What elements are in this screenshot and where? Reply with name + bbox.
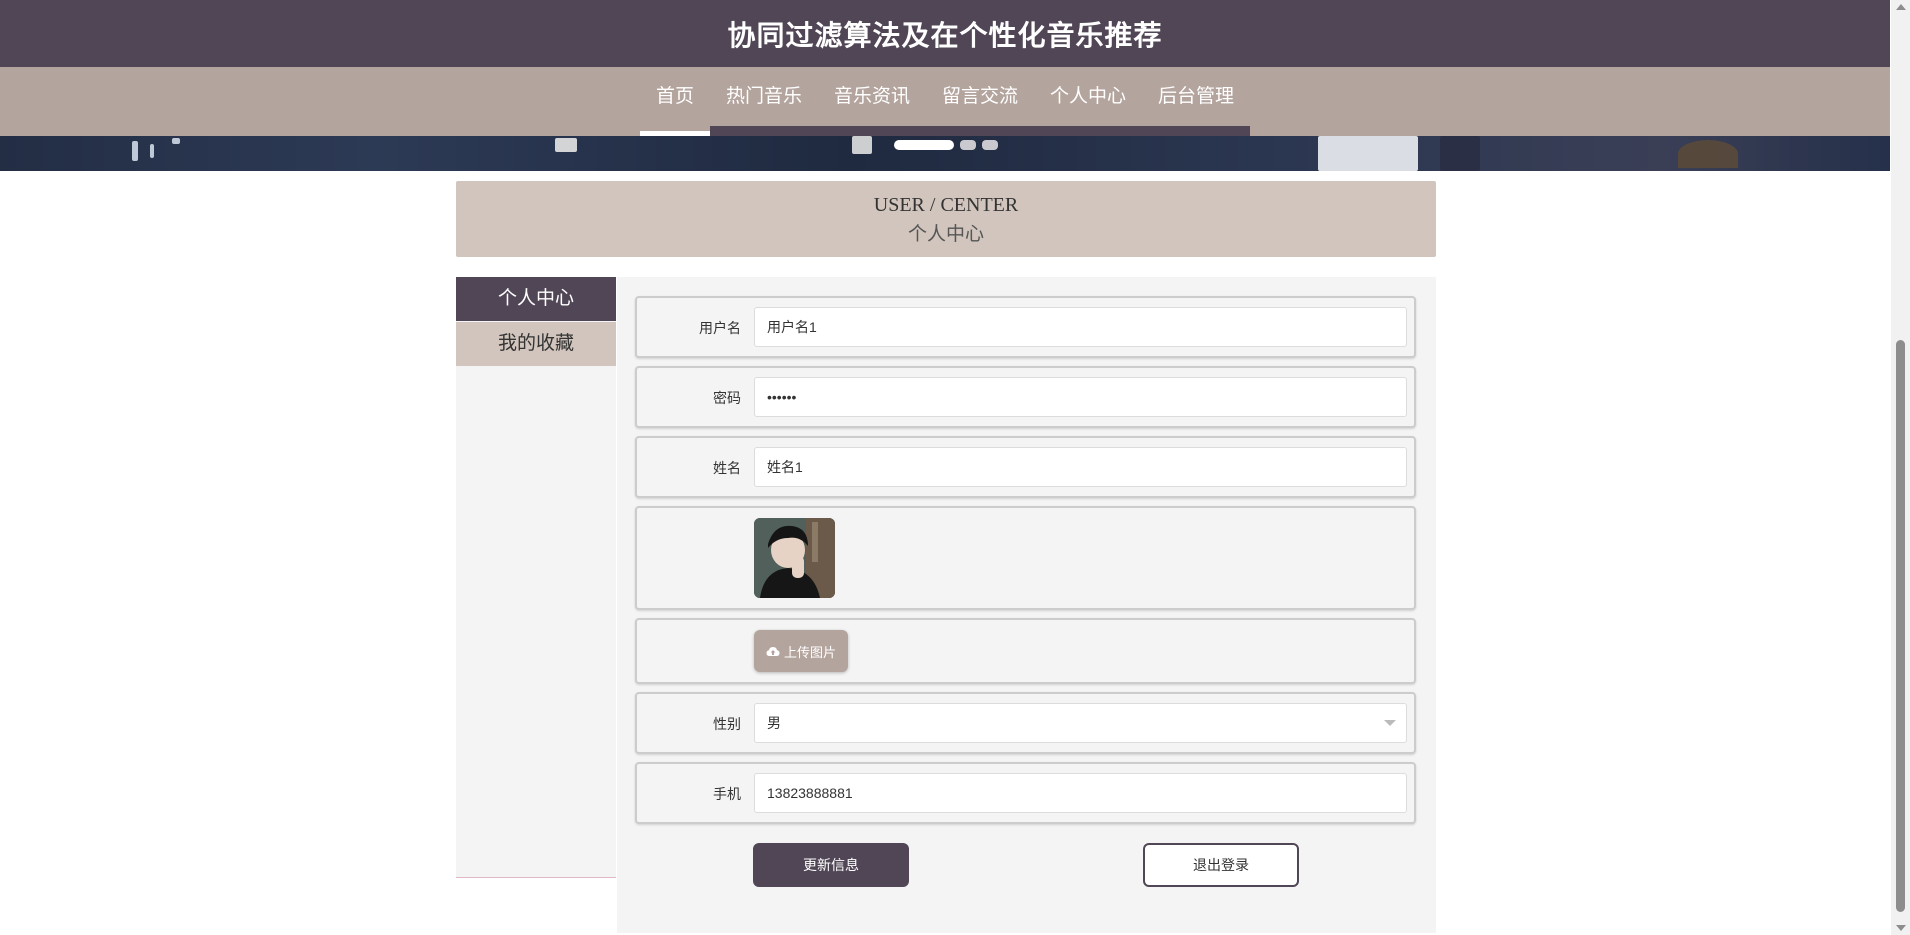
nav-admin[interactable]: 后台管理 <box>1142 67 1251 136</box>
nav-messages[interactable]: 留言交流 <box>926 67 1035 136</box>
nav-messages-label: 留言交流 <box>942 86 1019 107</box>
sidebar-divider <box>456 877 616 878</box>
password-input[interactable]: •••••• <box>754 377 1407 417</box>
gender-value: 男 <box>767 715 781 731</box>
chevron-down-icon <box>1384 720 1396 726</box>
avatar-image <box>754 518 835 598</box>
phone-row: 手机 13823888881 <box>635 762 1416 824</box>
name-label: 姓名 <box>713 460 741 476</box>
profile-form: 用户名 用户名1 密码 •••••• 姓名 姓名1 上传图片 性别 男 手机 1… <box>617 277 1436 933</box>
upload-image-button[interactable]: 上传图片 <box>754 630 848 672</box>
nav-hot-music[interactable]: 热门音乐 <box>709 67 818 136</box>
gender-row: 性别 男 <box>635 692 1416 754</box>
nav-music-news-label: 音乐资讯 <box>833 86 910 107</box>
logout-button[interactable]: 退出登录 <box>1143 843 1299 887</box>
username-input[interactable]: 用户名1 <box>754 307 1407 347</box>
section-title: USER / CENTER 个人中心 <box>456 181 1436 257</box>
carousel-dot-2[interactable] <box>960 140 976 150</box>
update-info-button[interactable]: 更新信息 <box>753 843 909 887</box>
scroll-down-icon[interactable] <box>1896 925 1906 931</box>
name-input[interactable]: 姓名1 <box>754 447 1407 487</box>
cloud-upload-icon <box>766 646 780 656</box>
gender-label: 性别 <box>713 716 741 732</box>
sidebar-item-user-center[interactable]: 个人中心 <box>456 277 616 321</box>
nav-music-news[interactable]: 音乐资讯 <box>817 67 926 136</box>
user-sidebar: 个人中心 我的收藏 <box>456 277 616 877</box>
nav-admin-label: 后台管理 <box>1158 86 1235 107</box>
page-scrollbar[interactable] <box>1891 0 1910 935</box>
name-row: 姓名 姓名1 <box>635 436 1416 498</box>
phone-label: 手机 <box>713 786 741 802</box>
carousel-dot-3[interactable] <box>982 140 998 150</box>
nav-home[interactable]: 首页 <box>639 67 710 136</box>
scroll-thumb[interactable] <box>1896 340 1905 912</box>
password-label: 密码 <box>713 390 741 406</box>
site-header: 协同过滤算法及在个性化音乐推荐 <box>0 0 1890 67</box>
avatar-row <box>635 506 1416 610</box>
carousel-indicators <box>894 140 998 150</box>
phone-input[interactable]: 13823888881 <box>754 773 1407 813</box>
username-row: 用户名 用户名1 <box>635 296 1416 358</box>
nav-user-center[interactable]: 个人中心 <box>1034 67 1143 136</box>
scroll-up-icon[interactable] <box>1896 4 1906 10</box>
carousel-dot-1[interactable] <box>894 140 954 150</box>
section-title-cn: 个人中心 <box>907 224 984 245</box>
nav-hot-music-label: 热门音乐 <box>725 86 802 107</box>
site-title: 协同过滤算法及在个性化音乐推荐 <box>727 19 1163 51</box>
gender-select[interactable]: 男 <box>754 703 1407 743</box>
sidebar-item-favorites[interactable]: 我的收藏 <box>456 322 616 366</box>
main-nav: 首页 热门音乐 音乐资讯 留言交流 个人中心 后台管理 <box>0 67 1890 136</box>
upload-row: 上传图片 <box>635 618 1416 684</box>
username-label: 用户名 <box>699 320 741 336</box>
section-title-en: USER / CENTER <box>873 194 1019 216</box>
upload-image-label: 上传图片 <box>783 644 836 660</box>
password-row: 密码 •••••• <box>635 366 1416 428</box>
nav-user-center-label: 个人中心 <box>1050 86 1127 107</box>
